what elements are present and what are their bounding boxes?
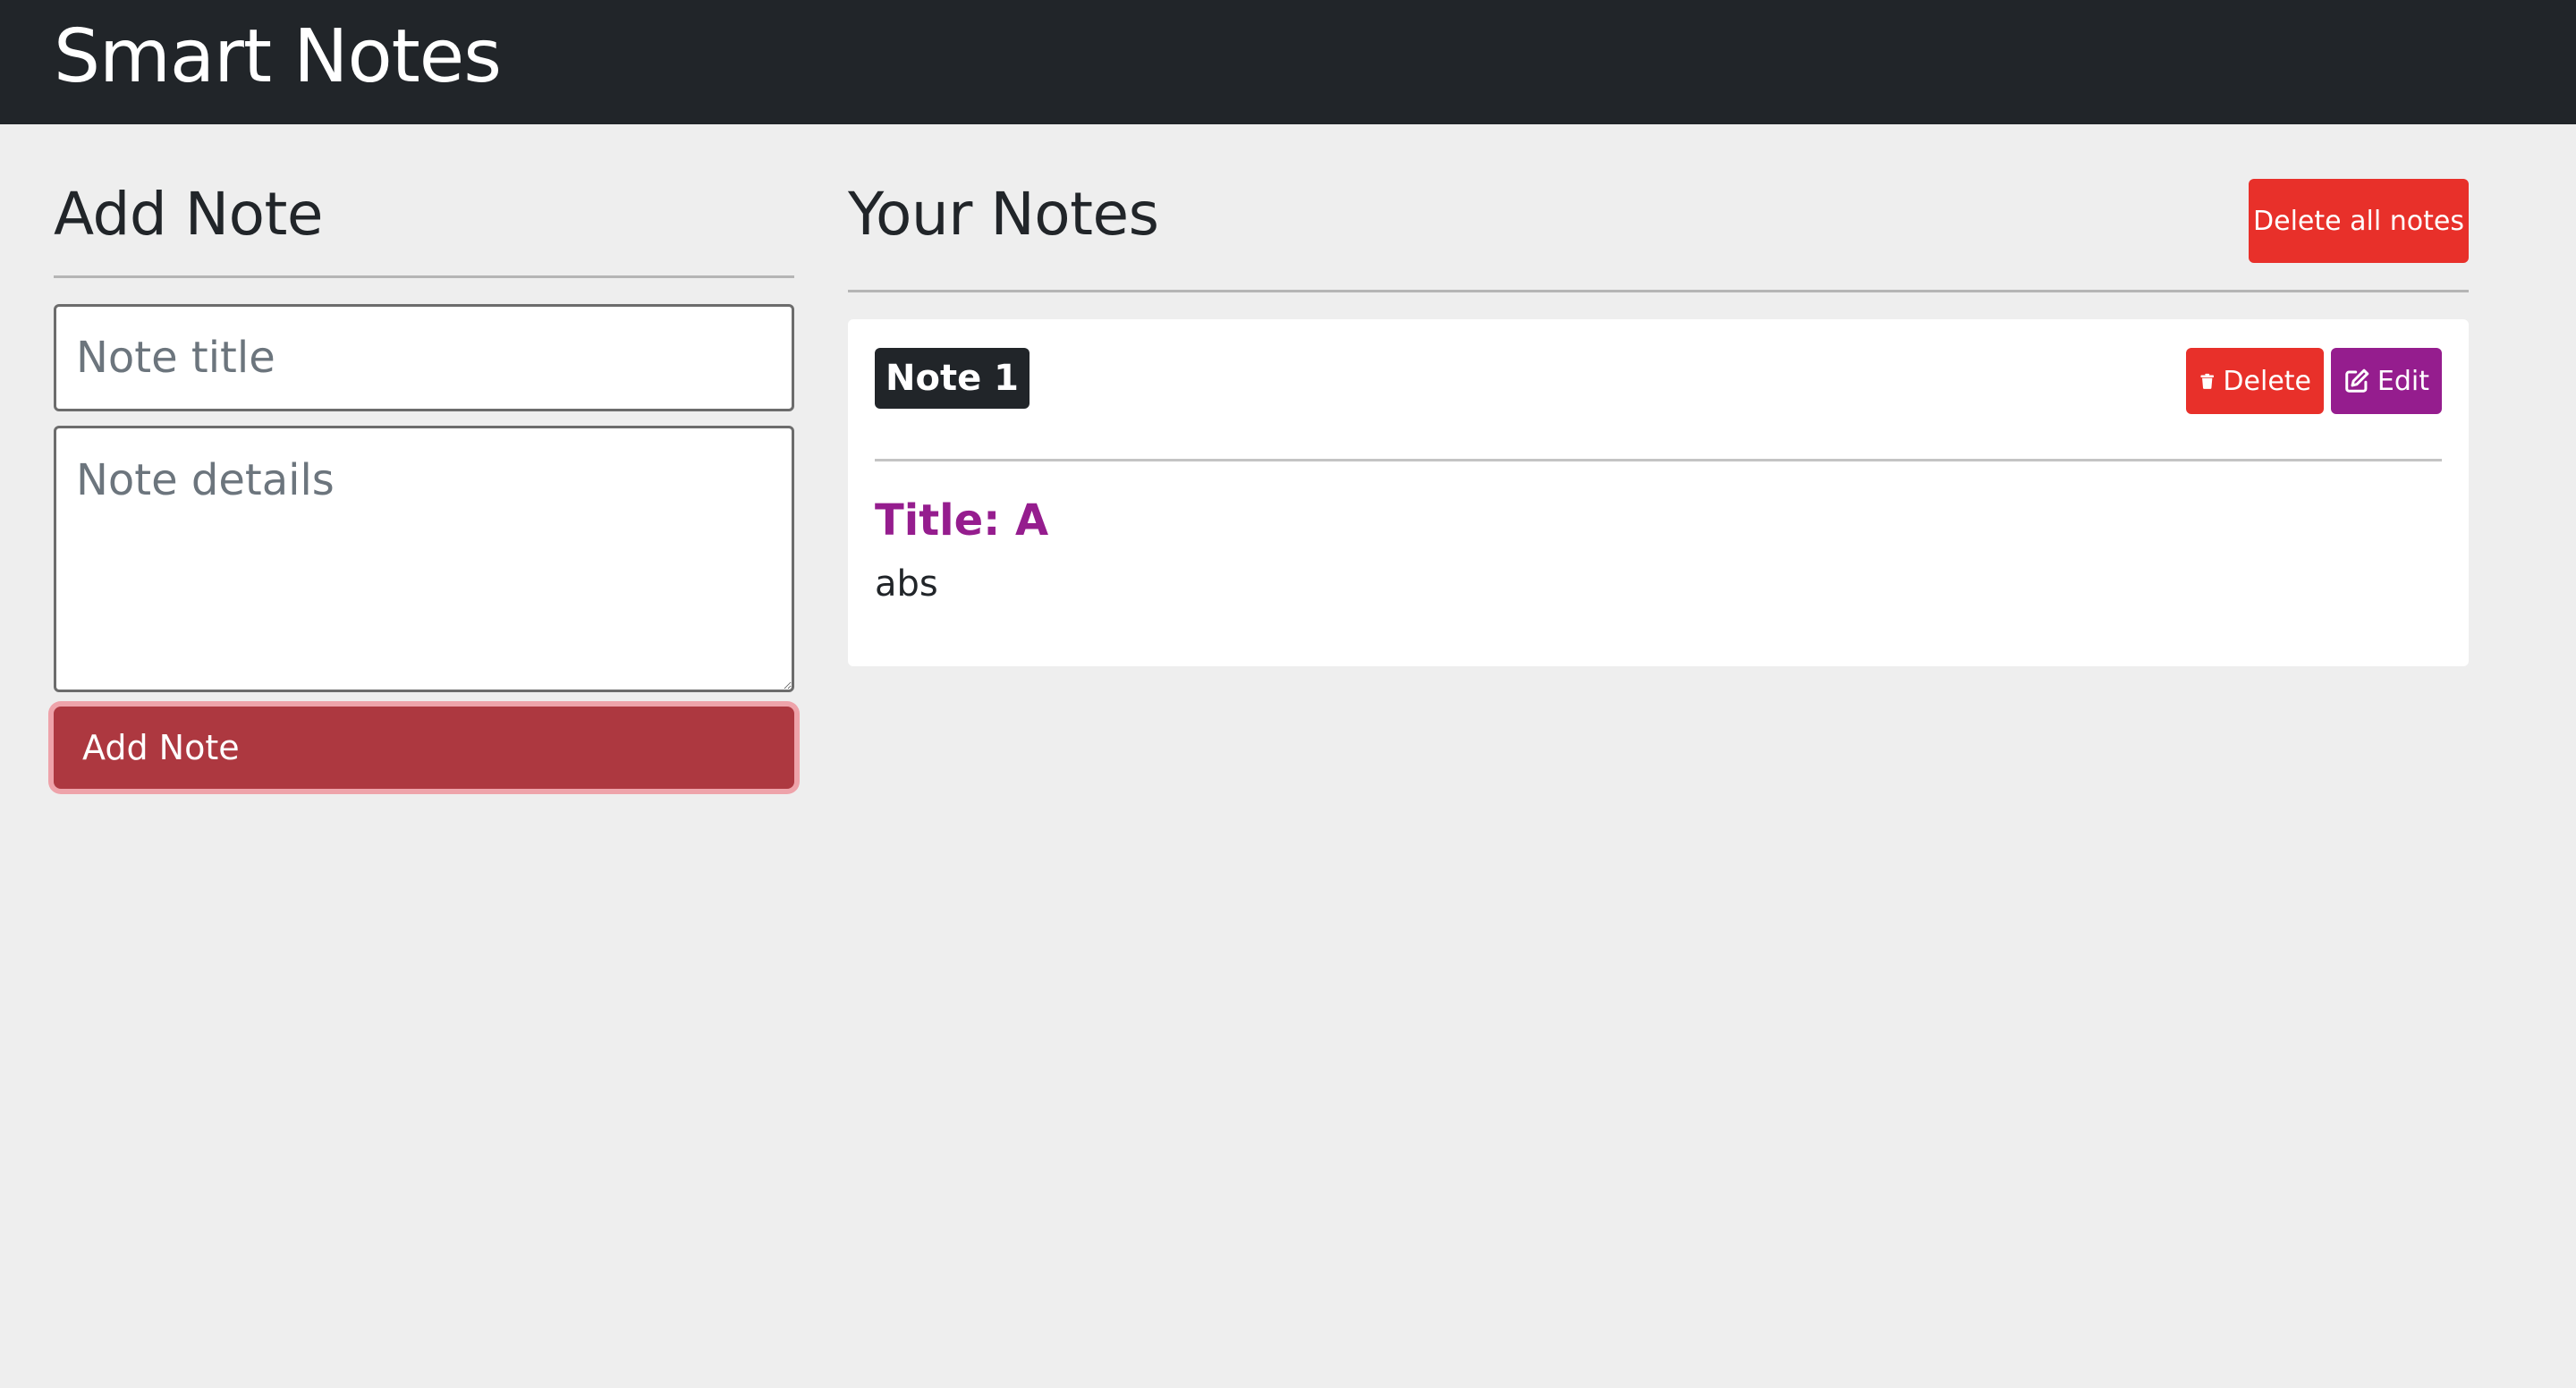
add-note-panel: Add Note Add Note (54, 161, 794, 789)
delete-all-notes-button[interactable]: Delete all notes (2249, 179, 2469, 263)
note-title: Title: A (875, 495, 1049, 546)
delete-note-button[interactable]: Delete (2186, 348, 2324, 414)
notes-panel: Your Notes Delete all notes Note 1 Delet… (848, 161, 2469, 666)
add-note-divider (54, 275, 794, 278)
note-actions: Delete Edit (2186, 348, 2442, 414)
note-card-divider (875, 459, 2442, 461)
add-note-button[interactable]: Add Note (54, 707, 794, 789)
note-title-input[interactable] (54, 304, 794, 411)
edit-icon (2345, 368, 2369, 393)
edit-note-label: Edit (2377, 365, 2429, 397)
add-note-heading: Add Note (54, 180, 324, 249)
notes-header: Your Notes Delete all notes (848, 161, 2469, 290)
your-notes-heading: Your Notes (848, 180, 1159, 249)
navbar: Smart Notes (0, 0, 2576, 124)
trash-icon (2200, 373, 2214, 389)
delete-note-label: Delete (2223, 365, 2311, 397)
note-badge: Note 1 (875, 348, 1030, 409)
notes-divider (848, 290, 2469, 292)
note-details-input[interactable] (54, 426, 794, 692)
note-body: abs (875, 563, 938, 605)
note-card: Note 1 Delete Edit Title: A abs (848, 319, 2469, 666)
app-title[interactable]: Smart Notes (54, 13, 502, 102)
edit-note-button[interactable]: Edit (2331, 348, 2442, 414)
